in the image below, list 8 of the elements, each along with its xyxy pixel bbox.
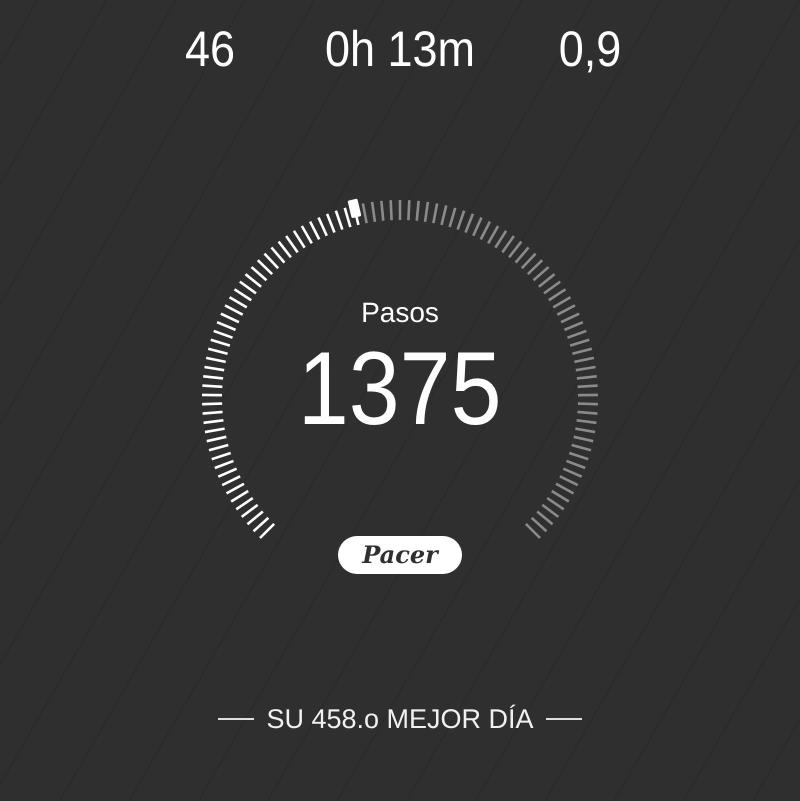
steps-count: 1375 (298, 334, 502, 444)
steps-label: Pasos (361, 296, 439, 330)
best-day-text: SU 458.o MEJOR DÍA (266, 703, 534, 736)
stat-value: 46 (184, 20, 236, 78)
stat-value: 0h 13m (324, 20, 476, 78)
progress-marker (348, 198, 362, 218)
stat-value: 0,9 (558, 20, 622, 78)
brand-logo: Pacer (338, 536, 462, 574)
